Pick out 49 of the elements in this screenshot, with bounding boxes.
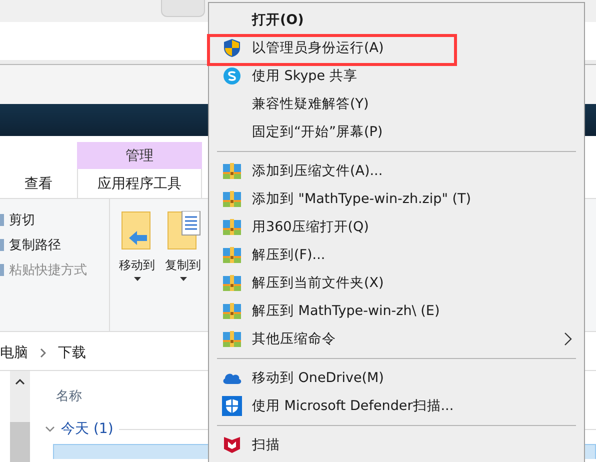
browser-tab[interactable]	[161, 0, 205, 17]
cloud-icon	[222, 372, 242, 384]
menu-item[interactable]: 使用 Skype 共享	[252, 67, 358, 85]
folder-documents-icon	[165, 211, 201, 251]
archive-icon	[223, 275, 241, 291]
menu-item[interactable]: 解压到当前文件夹(X)	[252, 274, 384, 292]
menu-item[interactable]: 解压到(F)...	[252, 246, 326, 264]
archive-icon	[223, 247, 241, 263]
menu-item[interactable]: 其他压缩命令	[252, 330, 336, 348]
command-icon	[0, 239, 4, 251]
menu-item[interactable]: 添加到压缩文件(A)...	[252, 162, 383, 180]
menu-item[interactable]: 使用 Microsoft Defender扫描...	[252, 397, 454, 415]
group-header[interactable]: 今天 (1)	[61, 420, 114, 438]
ribbon-command[interactable]: 复制到	[165, 257, 201, 274]
shield-icon	[223, 38, 241, 58]
archive-icon	[223, 191, 241, 207]
menu-item[interactable]: 扫描	[252, 436, 280, 454]
shield-icon	[222, 396, 242, 416]
menu-item[interactable]: 打开(O)	[252, 11, 304, 29]
archive-icon	[223, 303, 241, 319]
menu-item[interactable]: 用360压缩打开(Q)	[252, 218, 369, 236]
chevron-right-icon	[564, 332, 572, 346]
archive-icon	[223, 331, 241, 347]
ribbon-command[interactable]: 剪切	[9, 211, 35, 229]
menu-item[interactable]: 以管理员身份运行(A)	[252, 39, 384, 57]
caret-icon	[134, 277, 140, 281]
ribbon-command[interactable]: 复制路径	[9, 236, 61, 254]
menu-item[interactable]: 兼容性疑难解答(Y)	[252, 95, 369, 113]
ribbon-command[interactable]: 移动到	[119, 257, 155, 274]
breadcrumb-item[interactable]: 下载	[58, 344, 86, 362]
breadcrumb-item[interactable]: 电脑	[0, 344, 28, 362]
shield-icon	[223, 436, 241, 454]
ribbon-tab[interactable]: 查看	[0, 169, 77, 198]
chevron-down-icon	[45, 426, 55, 432]
menu-item[interactable]: 添加到 "MathType-win-zh.zip" (T)	[252, 190, 471, 208]
archive-icon	[223, 219, 241, 235]
menu-item[interactable]: 固定到“开始”屏幕(P)	[252, 123, 383, 141]
archive-icon	[223, 163, 241, 179]
chevron-right-icon	[40, 348, 46, 358]
command-icon	[0, 264, 4, 276]
menu-item[interactable]: 移动到 OneDrive(M)	[252, 369, 384, 387]
command-icon	[0, 214, 4, 226]
caret-icon	[180, 277, 186, 281]
scrollbar[interactable]	[10, 371, 30, 462]
chevron-up-icon	[15, 379, 25, 385]
ribbon-tab[interactable]: 应用程序工具	[77, 169, 202, 198]
context-tab[interactable]: 管理	[77, 142, 202, 169]
skype-icon	[223, 67, 241, 85]
menu-item[interactable]: 解压到 MathType-win-zh\ (E)	[252, 302, 440, 320]
